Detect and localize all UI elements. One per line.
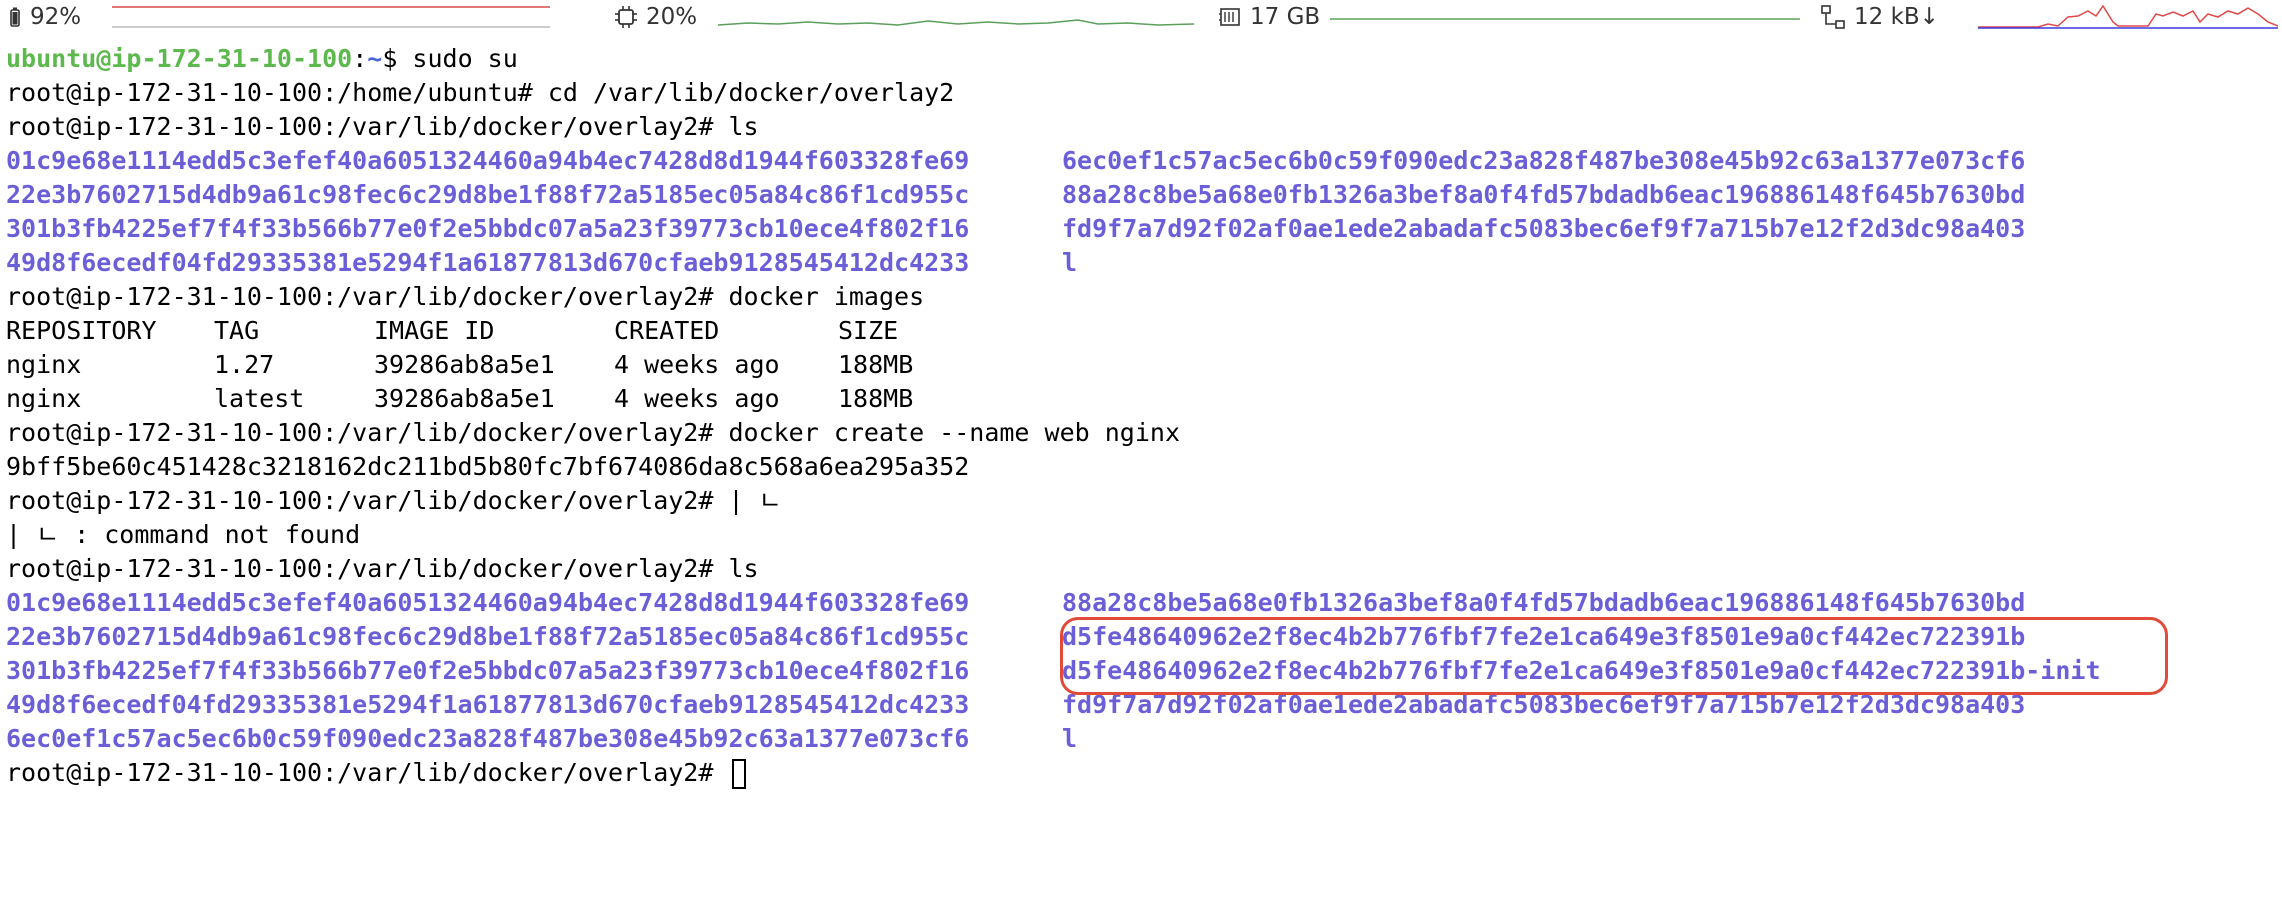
terminal-cell: 188MB	[838, 350, 914, 379]
terminal-line: root@ip-172-31-10-100:/var/lib/docker/ov…	[6, 282, 925, 311]
ls-row: 49d8f6ecedf04fd29335381e5294f1a61877813d…	[6, 246, 2276, 280]
terminal-cell: nginx	[6, 350, 82, 379]
menu-status-bar: 92% 20% 17 GB 12 kB↓	[0, 0, 2282, 34]
terminal-cell: 49d8f6ecedf04fd29335381e5294f1a61877813d…	[6, 248, 970, 277]
terminal-cursor	[732, 759, 747, 789]
terminal-cell: fd9f7a7d92f02af0ae1ede2abadafc5083bec6ef…	[1062, 214, 2026, 243]
memory-value: 17 GB	[1250, 4, 1321, 30]
terminal-cell: 6ec0ef1c57ac5ec6b0c59f090edc23a828f487be…	[1062, 146, 2026, 175]
terminal-line: root@ip-172-31-10-100:/var/lib/docker/ov…	[6, 112, 759, 141]
terminal-cell: 01c9e68e1114edd5c3efef40a6051324460a94b4…	[6, 588, 970, 617]
terminal-cell: 39286ab8a5e1	[374, 384, 555, 413]
cpu-stat[interactable]: 20%	[614, 0, 697, 34]
terminal-cell: 1.27	[214, 350, 275, 379]
terminal-line: 9bff5be60c451428c3218162dc211bd5b80fc7bf…	[6, 452, 970, 481]
terminal-cell: 22e3b7602715d4db9a61c98fec6c29d8be1f88f7…	[6, 622, 970, 651]
terminal-line: root@ip-172-31-10-100:/var/lib/docker/ov…	[6, 418, 1180, 447]
terminal-cell: nginx	[6, 384, 82, 413]
cpu-value: 20%	[646, 4, 698, 30]
terminal-cell: 88a28c8be5a68e0fb1326a3bef8a0f4fd57bdadb…	[1062, 588, 2026, 617]
terminal-cell: 4 weeks ago	[614, 384, 780, 413]
memory-graph	[1330, 18, 1800, 20]
ls-row: 49d8f6ecedf04fd29335381e5294f1a61877813d…	[6, 688, 2276, 722]
terminal-cell: SIZE	[838, 316, 899, 345]
network-stat[interactable]: 12 kB↓	[1820, 0, 1939, 34]
cpu-icon	[614, 5, 638, 29]
terminal-cell: l	[1062, 248, 1078, 277]
ls-row: 301b3fb4225ef7f4f33b566b77e0f2e5bbdc07a5…	[6, 654, 2276, 688]
network-value: 12 kB↓	[1854, 4, 1939, 30]
ls-row: 22e3b7602715d4db9a61c98fec6c29d8be1f88f7…	[6, 178, 2276, 212]
terminal-output[interactable]: ubuntu@ip-172-31-10-100:~$ sudo su root@…	[6, 42, 2276, 790]
terminal-cell: 88a28c8be5a68e0fb1326a3bef8a0f4fd57bdadb…	[1062, 180, 2026, 209]
terminal-cell: 188MB	[838, 384, 914, 413]
cpu-graph	[718, 19, 1194, 26]
terminal-cell: 49d8f6ecedf04fd29335381e5294f1a61877813d…	[6, 690, 970, 719]
images-row: nginx 1.27 39286ab8a5e1 4 weeks ago 188MB	[6, 348, 2276, 382]
terminal-cell: CREATED	[614, 316, 720, 345]
terminal-line: | ㄴ : command not found	[6, 520, 361, 549]
network-graph	[1978, 4, 2278, 29]
ls-row: 301b3fb4225ef7f4f33b566b77e0f2e5bbdc07a5…	[6, 212, 2276, 246]
network-icon	[1820, 4, 1846, 30]
memory-stat[interactable]: 17 GB	[1218, 0, 1320, 34]
ls-row: 6ec0ef1c57ac5ec6b0c59f090edc23a828f487be…	[6, 722, 2276, 756]
ls-row: 01c9e68e1114edd5c3efef40a6051324460a94b4…	[6, 586, 2276, 620]
terminal-cell: latest	[214, 384, 305, 413]
terminal-line: ubuntu@ip-172-31-10-100:~$ sudo su	[6, 44, 518, 73]
ls-row: 01c9e68e1114edd5c3efef40a6051324460a94b4…	[6, 144, 2276, 178]
terminal-cell: 01c9e68e1114edd5c3efef40a6051324460a94b4…	[6, 146, 970, 175]
terminal-cell: 301b3fb4225ef7f4f33b566b77e0f2e5bbdc07a5…	[6, 656, 970, 685]
battery-stat[interactable]: 92%	[8, 0, 81, 34]
terminal-prompt-line[interactable]: root@ip-172-31-10-100:/var/lib/docker/ov…	[6, 756, 2276, 790]
memory-icon	[1218, 6, 1242, 28]
terminal-line: root@ip-172-31-10-100:/home/ubuntu# cd /…	[6, 78, 955, 107]
images-row: nginx latest 39286ab8a5e1 4 weeks ago 188MB	[6, 382, 2276, 416]
terminal-line: root@ip-172-31-10-100:/var/lib/docker/ov…	[6, 554, 759, 583]
prompt-user-host: ubuntu@ip-172-31-10-100	[6, 44, 353, 73]
battery-icon	[8, 6, 22, 28]
terminal-cell: 6ec0ef1c57ac5ec6b0c59f090edc23a828f487be…	[6, 724, 970, 753]
images-header: REPOSITORY TAG IMAGE ID CREATED SIZE	[6, 314, 2276, 348]
terminal-cell: IMAGE ID	[374, 316, 495, 345]
terminal-cell: fd9f7a7d92f02af0ae1ede2abadafc5083bec6ef…	[1062, 690, 2026, 719]
terminal-cell: d5fe48640962e2f8ec4b2b776fbf7fe2e1ca649e…	[1062, 656, 2101, 685]
terminal-cell: TAG	[214, 316, 260, 345]
terminal-cell: 39286ab8a5e1	[374, 350, 555, 379]
ls-row: 22e3b7602715d4db9a61c98fec6c29d8be1f88f7…	[6, 620, 2276, 654]
terminal-cell: REPOSITORY	[6, 316, 157, 345]
terminal-cell: d5fe48640962e2f8ec4b2b776fbf7fe2e1ca649e…	[1062, 622, 2026, 651]
battery-graph	[112, 6, 550, 28]
battery-value: 92%	[30, 4, 82, 30]
terminal-cell: 4 weeks ago	[614, 350, 780, 379]
terminal-cell: l	[1062, 724, 1078, 753]
terminal-cell: 301b3fb4225ef7f4f33b566b77e0f2e5bbdc07a5…	[6, 214, 970, 243]
terminal-cell: 22e3b7602715d4db9a61c98fec6c29d8be1f88f7…	[6, 180, 970, 209]
terminal-line: root@ip-172-31-10-100:/var/lib/docker/ov…	[6, 486, 782, 515]
